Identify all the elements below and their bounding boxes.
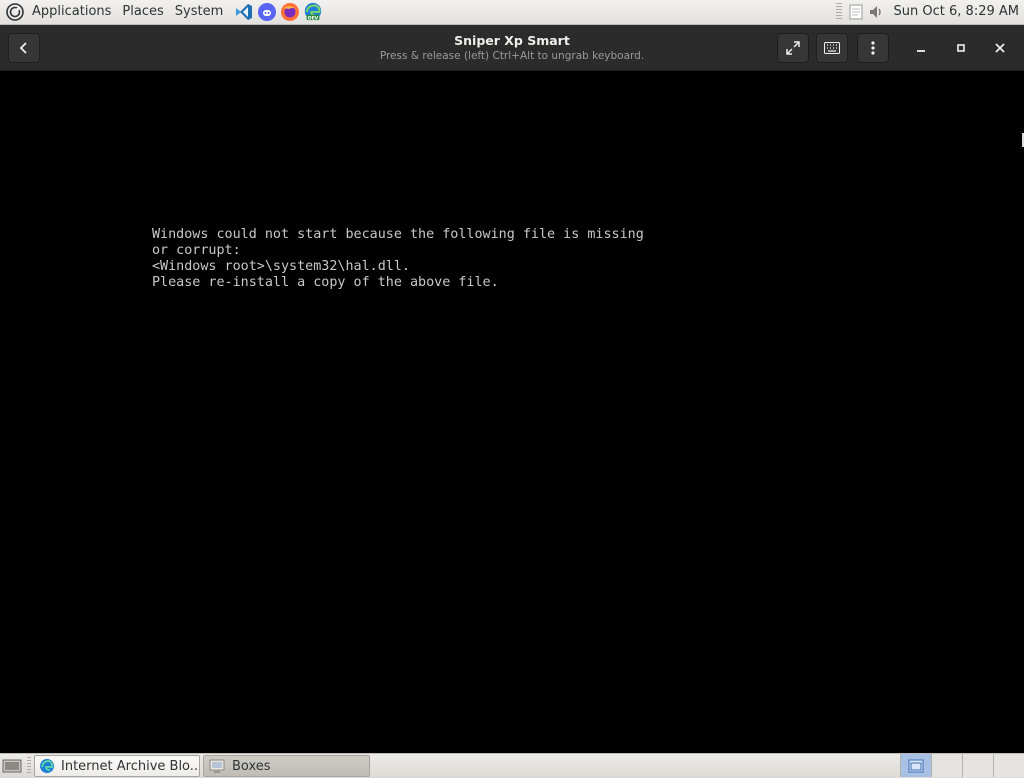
maximize-icon [957, 44, 965, 52]
tray-handle [835, 3, 842, 21]
fullscreen-icon [786, 41, 800, 55]
keyboard-button[interactable] [816, 33, 848, 63]
system-menu[interactable]: System [175, 0, 223, 24]
top-panel: Applications Places System DEV Sun Oct 6… [0, 0, 1024, 25]
workspace-3[interactable] [962, 754, 993, 777]
boot-error-line: <Windows root>\system32\hal.dll. [152, 259, 410, 274]
boxes-headerbar: Sniper Xp Smart Press & release (left) C… [0, 25, 1024, 71]
places-menu[interactable]: Places [122, 0, 163, 24]
taskbar-item-internet-archive[interactable]: Internet Archive Blo... [34, 755, 200, 777]
keyboard-icon [824, 42, 840, 54]
workspace-window-icon [908, 759, 924, 772]
minimize-icon [917, 50, 925, 52]
boot-error-line: or corrupt: [152, 243, 241, 258]
kebab-menu-icon [871, 41, 875, 55]
clock[interactable]: Sun Oct 6, 8:29 AM [894, 0, 1019, 24]
workspace-switcher [900, 754, 1024, 778]
bottom-panel: Internet Archive Blo... Boxes [0, 753, 1024, 778]
minimize-button[interactable] [906, 33, 936, 63]
debian-logo-icon[interactable] [6, 3, 24, 21]
volume-icon[interactable] [868, 3, 884, 21]
workspace-4[interactable] [993, 754, 1024, 777]
close-icon [995, 43, 1005, 53]
boot-error-text: Windows could not start because the foll… [152, 227, 644, 291]
vscode-icon[interactable] [234, 2, 254, 22]
taskbar-item-boxes[interactable]: Boxes [203, 755, 370, 777]
taskbar-item-label: Boxes [232, 758, 271, 774]
vm-display[interactable]: Windows could not start because the foll… [0, 71, 1024, 753]
show-desktop-icon [2, 759, 22, 773]
firefox-icon[interactable] [280, 2, 300, 22]
menu-button[interactable] [857, 33, 889, 63]
edge-dev-icon[interactable]: DEV [303, 2, 323, 22]
fullscreen-button[interactable] [777, 33, 809, 63]
notes-icon[interactable] [848, 3, 864, 21]
close-button[interactable] [985, 33, 1015, 63]
edge-dev-badge-text: DEV [308, 15, 319, 21]
applications-menu[interactable]: Applications [32, 0, 111, 24]
taskbar-item-label: Internet Archive Blo... [61, 758, 200, 774]
workspace-1[interactable] [900, 754, 931, 777]
workspace-2[interactable] [931, 754, 962, 777]
boot-error-line: Windows could not start because the foll… [152, 227, 644, 242]
maximize-button[interactable] [946, 33, 976, 63]
panel-separator [27, 757, 31, 775]
boxes-icon [208, 757, 226, 775]
discord-icon[interactable] [257, 2, 277, 22]
edge-icon [39, 757, 55, 775]
show-desktop-button[interactable] [1, 756, 23, 776]
boot-error-line: Please re-install a copy of the above fi… [152, 275, 499, 290]
